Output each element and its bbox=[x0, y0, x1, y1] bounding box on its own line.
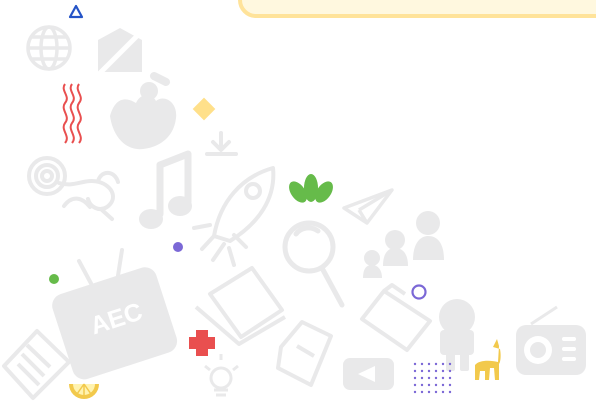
sign-language-hand-icon bbox=[110, 72, 177, 150]
document-icon bbox=[2, 329, 71, 400]
purple-ring-icon bbox=[411, 284, 427, 300]
rocket-icon bbox=[192, 166, 276, 267]
book-icon bbox=[276, 320, 333, 387]
people-icon bbox=[363, 211, 444, 278]
triangle-icon bbox=[68, 4, 84, 19]
no-home-icon bbox=[93, 28, 145, 80]
llama-icon bbox=[475, 339, 501, 380]
dot-grid-icon bbox=[413, 362, 452, 394]
radio-icon bbox=[516, 305, 586, 375]
paper-plane-icon bbox=[342, 188, 394, 225]
person-icon bbox=[439, 299, 475, 371]
monkey-icon bbox=[27, 156, 120, 221]
magnifying-glass-icon bbox=[282, 220, 345, 308]
download-icon bbox=[205, 131, 238, 156]
lightbulb-icon bbox=[204, 354, 239, 397]
plus-cross-icon bbox=[189, 330, 215, 356]
video-play-icon bbox=[343, 358, 394, 390]
lemon-slice-icon bbox=[69, 383, 99, 399]
purple-dot-icon bbox=[173, 242, 183, 252]
green-dot-icon bbox=[49, 274, 59, 284]
music-note-icon bbox=[139, 150, 192, 229]
illustration-layer: AEC bbox=[2, 4, 586, 400]
diamond-icon bbox=[192, 97, 216, 121]
wave-icon bbox=[62, 83, 82, 144]
folder-icon bbox=[360, 283, 432, 352]
decorative-background: AEC bbox=[0, 0, 596, 405]
globe-icon bbox=[26, 25, 72, 71]
leaf-icon bbox=[289, 174, 333, 203]
laptop-icon bbox=[194, 266, 287, 346]
